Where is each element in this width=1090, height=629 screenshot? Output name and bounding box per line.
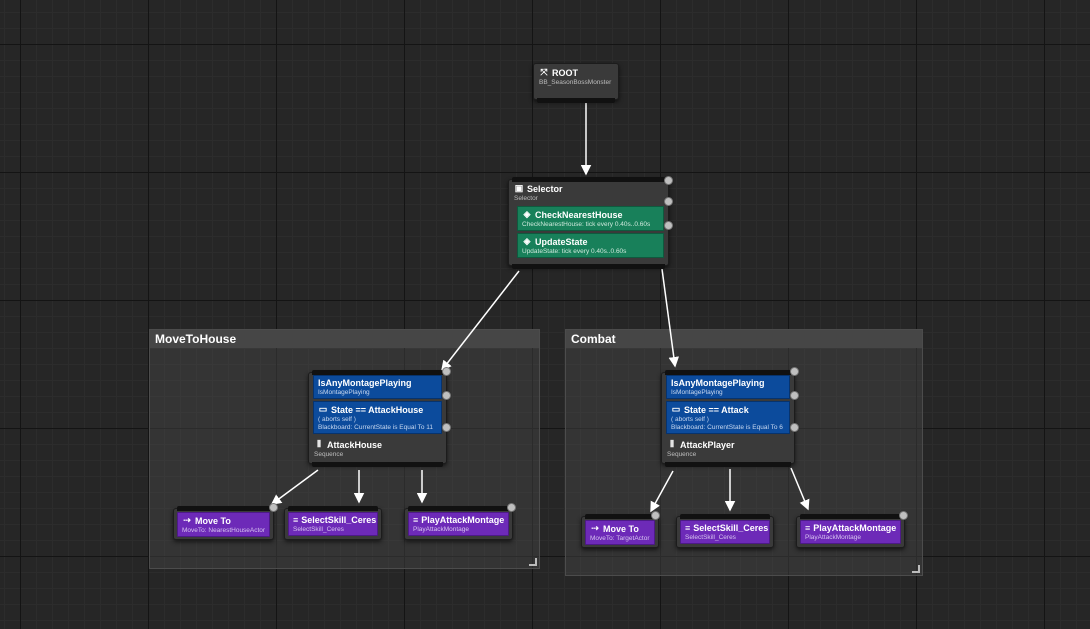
decorator-isanymontageplaying[interactable]: IsAnyMontagePlaying IsMontagePlaying [666, 375, 790, 399]
sequence-input-pin[interactable] [665, 370, 791, 375]
move-to-icon: ⇢ [183, 515, 191, 525]
decorator-state-attack[interactable]: ▭ State == Attack ( aborts self ) Blackbo… [666, 401, 790, 434]
service-updatestate[interactable]: ◈ UpdateState UpdateState: tick every 0.4… [517, 233, 664, 258]
blackboard-icon: ▭ [671, 404, 681, 414]
task-playattackmontage-node[interactable]: ≡ PlayAttackMontage PlayAttackMontage [404, 506, 513, 540]
task-playattackmontage-node[interactable]: ≡ PlayAttackMontage PlayAttackMontage [796, 514, 905, 548]
task-input-pin[interactable] [585, 514, 655, 519]
sequence-icon: ⫴ [670, 439, 674, 449]
task-selectskill-node[interactable]: ≡ SelectSkill_Ceres SelectSkill_Ceres [676, 514, 774, 548]
decorator-title: State == Attack [684, 404, 749, 415]
pin-dot[interactable] [790, 391, 799, 400]
sequence-title: AttackHouse [327, 439, 383, 450]
selector-title: Selector [527, 183, 563, 194]
pin-dot[interactable] [269, 503, 278, 512]
service-icon: ◈ [523, 236, 531, 246]
sequence-attackplayer-node[interactable]: IsAnyMontagePlaying IsMontagePlaying ▭ St… [661, 370, 795, 467]
task-title: PlayAttackMontage [421, 515, 505, 525]
task-moveto-node[interactable]: ⇢ Move To MoveTo: NearestHouseActor [173, 506, 274, 540]
selector-input-pin[interactable] [512, 177, 665, 182]
pin-dot[interactable] [664, 197, 673, 206]
task-selectskill-node[interactable]: ≡ SelectSkill_Ceres SelectSkill_Ceres [284, 506, 382, 540]
decorator-isanymontageplaying[interactable]: IsAnyMontagePlaying IsMontagePlaying [313, 375, 442, 399]
root-subtitle: BB_SeasonBossMonster [539, 79, 612, 86]
behavior-tree-graph[interactable]: MoveToHouse Combat ⤧ ROOT BB_SeasonBossM… [0, 0, 1090, 629]
decorator-state-attackhouse[interactable]: ▭ State == AttackHouse ( aborts self ) Bl… [313, 401, 442, 434]
sequence-input-pin[interactable] [312, 370, 443, 375]
sequence-icon: ⫴ [317, 439, 321, 449]
root-icon: ⤧ [540, 67, 548, 77]
decorator-subtitle: IsMontagePlaying [671, 389, 723, 396]
task-icon: ≡ [413, 515, 419, 525]
pin-dot[interactable] [442, 367, 451, 376]
task-title: Move To [195, 515, 231, 526]
task-input-pin[interactable] [800, 514, 901, 519]
task-icon: ≡ [805, 523, 811, 533]
task-subtitle: MoveTo: TargetActor [590, 535, 650, 542]
pin-dot[interactable] [790, 423, 799, 432]
task-input-pin[interactable] [408, 506, 509, 511]
task-icon: ≡ [685, 523, 691, 533]
service-subtitle: UpdateState: tick every 0.40s..0.60s [522, 248, 627, 255]
service-title: UpdateState [535, 236, 588, 247]
pin-dot[interactable] [899, 511, 908, 520]
decorator-abort-note: ( aborts self ) [671, 416, 709, 423]
root-output-pin[interactable] [537, 98, 615, 103]
decorator-subtitle: Blackboard: CurrentState is Equal To 6 [671, 424, 783, 431]
decorator-subtitle: IsMontagePlaying [318, 389, 370, 396]
task-moveto-node[interactable]: ⇢ Move To MoveTo: TargetActor [581, 514, 659, 548]
sequence-output-pin[interactable] [665, 462, 791, 467]
sequence-subtitle: Sequence [667, 451, 697, 458]
task-icon: ≡ [293, 515, 299, 525]
task-input-pin[interactable] [177, 506, 270, 511]
pin-dot[interactable] [442, 423, 451, 432]
sequence-output-pin[interactable] [312, 462, 443, 467]
pin-dot[interactable] [664, 176, 673, 185]
service-checknearesthouse[interactable]: ◈ CheckNearestHouse CheckNearestHouse: ti… [517, 206, 664, 231]
root-title: ROOT [552, 67, 578, 78]
pin-dot[interactable] [664, 221, 673, 230]
pin-dot[interactable] [651, 511, 660, 520]
pin-dot[interactable] [507, 503, 516, 512]
pin-dot[interactable] [790, 367, 799, 376]
task-title: PlayAttackMontage [813, 523, 897, 533]
service-subtitle: CheckNearestHouse: tick every 0.40s..0.6… [522, 221, 651, 228]
task-input-pin[interactable] [680, 514, 770, 519]
selector-subtitle: Selector [514, 195, 538, 202]
service-icon: ◈ [523, 209, 531, 219]
selector-node[interactable]: ▣ Selector Selector ◈ CheckNearestHouse Ch… [508, 177, 669, 269]
decorator-title: State == AttackHouse [331, 404, 424, 415]
comment-title: Combat [566, 330, 922, 348]
task-title: SelectSkill_Ceres [693, 523, 769, 533]
decorator-abort-note: ( aborts self ) [318, 416, 356, 423]
task-subtitle: PlayAttackMontage [805, 534, 862, 541]
sequence-title: AttackPlayer [680, 439, 735, 450]
task-subtitle: PlayAttackMontage [413, 526, 470, 533]
resize-handle-icon[interactable] [912, 565, 920, 573]
sequence-subtitle: Sequence [314, 451, 344, 458]
task-title: SelectSkill_Ceres [301, 515, 377, 525]
task-subtitle: SelectSkill_Ceres [293, 526, 344, 533]
sequence-attackhouse-node[interactable]: IsAnyMontagePlaying IsMontagePlaying ▭ St… [308, 370, 447, 467]
task-input-pin[interactable] [288, 506, 378, 511]
task-subtitle: MoveTo: NearestHouseActor [182, 527, 266, 534]
decorator-title: IsAnyMontagePlaying [671, 378, 765, 388]
decorator-title: IsAnyMontagePlaying [318, 378, 412, 388]
move-to-icon: ⇢ [591, 523, 599, 533]
root-node[interactable]: ⤧ ROOT BB_SeasonBossMonster [533, 63, 619, 103]
task-subtitle: SelectSkill_Ceres [685, 534, 736, 541]
blackboard-icon: ▭ [318, 404, 328, 414]
task-title: Move To [603, 523, 639, 534]
service-title: CheckNearestHouse [535, 209, 623, 220]
selector-icon: ▣ [514, 183, 524, 193]
pin-dot[interactable] [442, 391, 451, 400]
selector-output-pin[interactable] [512, 264, 665, 269]
comment-title: MoveToHouse [150, 330, 539, 348]
decorator-subtitle: Blackboard: CurrentState is Equal To 11 [318, 424, 434, 431]
resize-handle-icon[interactable] [529, 558, 537, 566]
